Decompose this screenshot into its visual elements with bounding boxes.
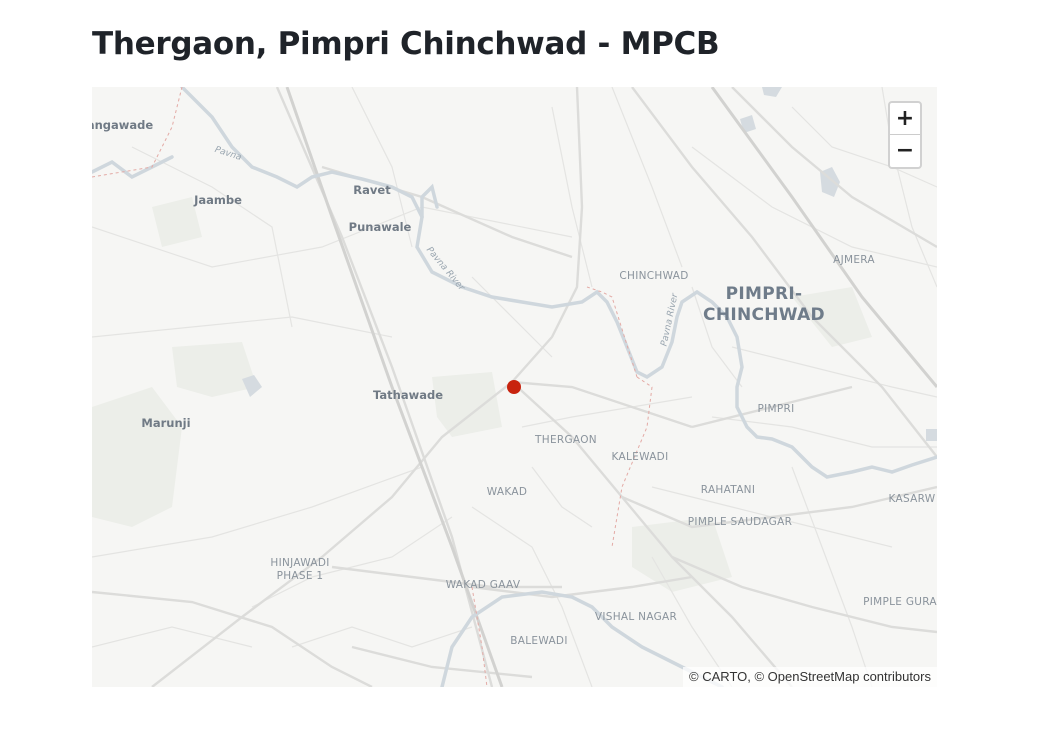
map-label-ravet: Ravet xyxy=(353,183,391,197)
page-title: Thergaon, Pimpri Chinchwad - MPCB xyxy=(92,26,720,62)
map-label-pimpri: PIMPRI xyxy=(757,403,795,415)
map-label-chinchwad: CHINCHWAD xyxy=(619,270,689,282)
map-label-kalewadi: KALEWADI xyxy=(611,451,669,463)
zoom-control: + − xyxy=(888,101,922,169)
map-label-vishal-nagar: VISHAL NAGAR xyxy=(594,611,678,623)
map-label-hinjawadi-line2: PHASE 1 xyxy=(276,570,324,582)
map-view[interactable]: angawade Jaambe Ravet Punawale CHINCHWAD… xyxy=(92,87,937,687)
map-label-rahatani: RAHATANI xyxy=(700,484,756,496)
map-label-gangawade: angawade xyxy=(92,118,154,132)
map-label-ajmera: AJMERA xyxy=(833,254,875,266)
map-attribution[interactable]: © CARTO, © OpenStreetMap contributors xyxy=(683,667,937,687)
map-label-pimple-gurav: PIMPLE GURA xyxy=(863,596,937,608)
map-label-wakad: WAKAD xyxy=(486,486,528,498)
map-label-pimple-saudagar: PIMPLE SAUDAGAR xyxy=(687,516,793,528)
map-label-marunji: Marunji xyxy=(141,416,191,430)
map-label-hinjawadi: HINJAWADI PHASE 1 xyxy=(270,557,329,583)
map-label-balewadi: BALEWADI xyxy=(510,635,568,647)
map-label-pimpri-chinchwad-line1: PIMPRI- xyxy=(725,284,803,304)
map-label-pimpri-chinchwad: PIMPRI- CHINCHWAD xyxy=(703,284,825,326)
zoom-in-button[interactable]: + xyxy=(890,103,920,135)
station-marker[interactable] xyxy=(507,380,521,394)
map-label-tathawade: Tathawade xyxy=(373,388,443,402)
zoom-out-button[interactable]: − xyxy=(890,135,920,167)
map-label-wakad-gaav: WAKAD GAAV xyxy=(445,579,521,591)
map-label-pimpri-chinchwad-line2: CHINCHWAD xyxy=(703,305,825,325)
map-label-punawale: Punawale xyxy=(348,220,412,234)
map-label-kasarwadi: KASARW xyxy=(888,493,936,505)
map-label-jaambe: Jaambe xyxy=(194,193,242,207)
map-label-thergaon: THERGAON xyxy=(535,434,597,446)
map-label-hinjawadi-line1: HINJAWADI xyxy=(270,557,330,569)
